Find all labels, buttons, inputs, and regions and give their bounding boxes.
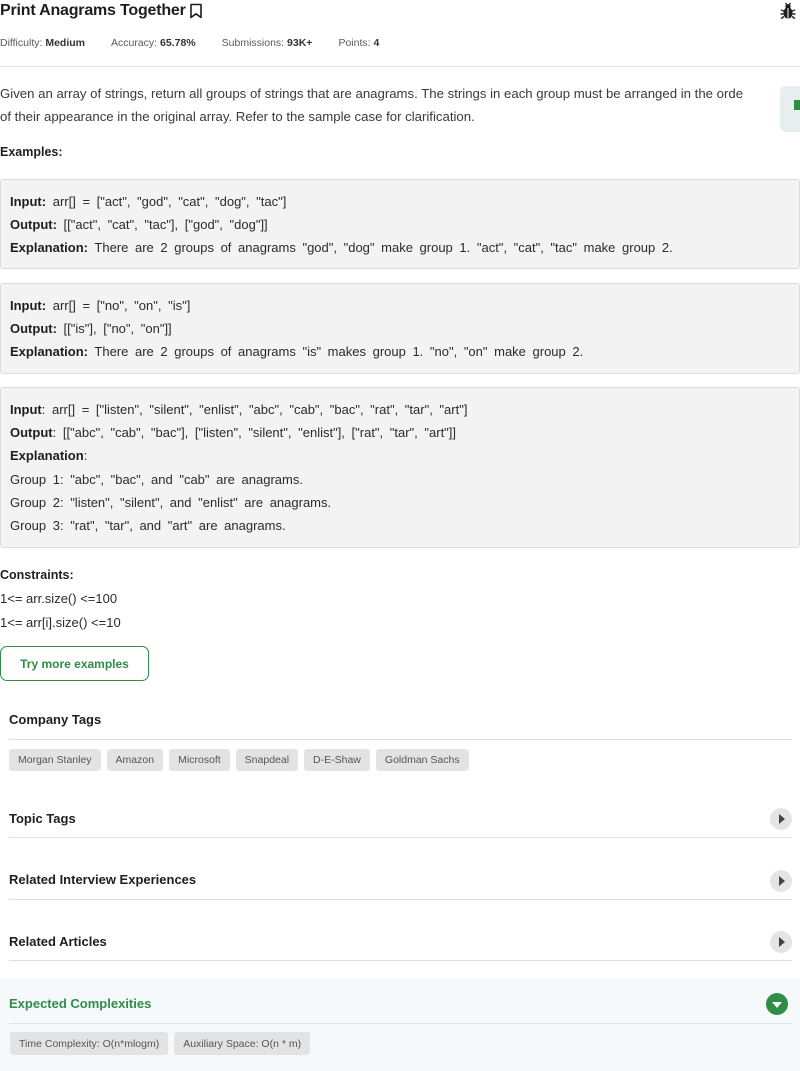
- explanation-line: Group 2: "listen", "silent", and "enlist…: [10, 494, 332, 510]
- problem-meta: Difficulty: Medium Accuracy: 65.78% Subm…: [0, 37, 405, 49]
- accuracy-value: 65.78%: [160, 37, 196, 49]
- example-input: Input: arr[] = ["no", "on", "is"]: [10, 298, 191, 313]
- constraints-heading: Constraints:: [0, 568, 74, 582]
- related-interview-heading: Related Interview Experiences: [9, 872, 197, 887]
- chevron-right-icon[interactable]: [770, 808, 792, 830]
- example-output: Output: [["is"], ["no", "on"]]: [10, 321, 172, 337]
- example-input: Input: arr[] = ["listen", "silent", "enl…: [10, 402, 468, 417]
- submissions-stat: Submissions: 93K+: [221, 37, 313, 49]
- related-articles-heading: Related Articles: [9, 934, 107, 949]
- constraint-line: 1<= arr[i].size() <=10: [0, 614, 121, 630]
- accuracy-stat: Accuracy: 65.78%: [111, 37, 196, 49]
- example-explanation: Explanation: There are 2 groups of anagr…: [10, 240, 673, 256]
- description-line: Given an array of strings, return all gr…: [0, 86, 744, 101]
- side-panel-tab[interactable]: [780, 86, 800, 132]
- company-tag[interactable]: Microsoft: [169, 749, 230, 771]
- points-value: 4: [373, 37, 380, 49]
- explanation-line: Group 3: "rat", "tar", and "art" are ana…: [10, 518, 286, 534]
- company-tags-heading: Company Tags: [9, 712, 102, 727]
- constraints: Constraints: 1<= arr.size() <=100 1<= ar…: [0, 564, 121, 634]
- topic-tags-heading: Topic Tags: [9, 811, 76, 826]
- example-output: Output: [["act", "cat", "tac"], ["god", …: [10, 217, 268, 233]
- example-box: Input: arr[] = ["listen", "silent", "enl…: [0, 387, 800, 548]
- constraint-line: 1<= arr.size() <=100: [0, 591, 118, 607]
- bug-report-icon[interactable]: [780, 2, 796, 20]
- topic-tags-section[interactable]: Topic Tags: [9, 800, 792, 838]
- submissions-value: 93K+: [287, 37, 313, 49]
- description-line: of their appearance in the original arra…: [0, 109, 475, 124]
- expected-complexities-heading: Expected Complexities: [9, 996, 152, 1011]
- related-articles-section[interactable]: Related Articles: [9, 923, 792, 961]
- company-tag[interactable]: Snapdeal: [235, 749, 299, 771]
- related-interview-section[interactable]: Related Interview Experiences: [9, 862, 792, 900]
- chevron-right-icon[interactable]: [770, 931, 792, 953]
- example-input: Input: arr[] = ["act", "god", "cat", "do…: [10, 194, 287, 209]
- try-more-examples-button[interactable]: Try more examples: [0, 646, 149, 681]
- problem-title: Print Anagrams Together: [0, 2, 186, 19]
- company-tag[interactable]: D-E-Shaw: [304, 749, 370, 771]
- space-complexity-tag: Auxiliary Space: O(n * m): [174, 1032, 311, 1055]
- title-row: Print Anagrams Together: [0, 2, 203, 20]
- points-stat: Points: 4: [338, 37, 380, 49]
- examples-heading: Examples:: [0, 145, 63, 159]
- example-box: Input: arr[] = ["act", "god", "cat", "do…: [0, 179, 800, 269]
- chevron-down-icon[interactable]: [766, 993, 788, 1015]
- company-tag[interactable]: Morgan Stanley: [9, 749, 101, 771]
- chevron-right-icon[interactable]: [770, 870, 792, 892]
- example-explanation: Explanation:: [10, 448, 88, 464]
- example-box: Input: arr[] = ["no", "on", "is"] Output…: [0, 283, 800, 374]
- company-tags-section: Company Tags: [9, 700, 792, 740]
- difficulty-stat: Difficulty: Medium: [0, 37, 85, 49]
- company-tag-list: Morgan Stanley Amazon Microsoft Snapdeal…: [9, 749, 475, 771]
- difficulty-value: Medium: [45, 37, 85, 49]
- company-tag[interactable]: Goldman Sachs: [375, 749, 469, 771]
- problem-description: Given an array of strings, return all gr…: [0, 82, 800, 128]
- problem-header: Print Anagrams Together Difficulty: Medi…: [0, 0, 800, 67]
- example-output: Output: [["abc", "cab", "bac"], ["listen…: [10, 425, 457, 441]
- example-explanation: Explanation: There are 2 groups of anagr…: [10, 344, 584, 360]
- complexity-tag-list: Time Complexity: O(n*mlogm) Auxiliary Sp…: [10, 1032, 316, 1055]
- explanation-line: Group 1: "abc", "bac", and "cab" are ana…: [10, 471, 303, 487]
- expected-complexities-section[interactable]: Expected Complexities: [9, 985, 792, 1024]
- time-complexity-tag: Time Complexity: O(n*mlogm): [10, 1032, 169, 1055]
- bookmark-icon[interactable]: [189, 3, 203, 19]
- company-tag[interactable]: Amazon: [106, 749, 164, 771]
